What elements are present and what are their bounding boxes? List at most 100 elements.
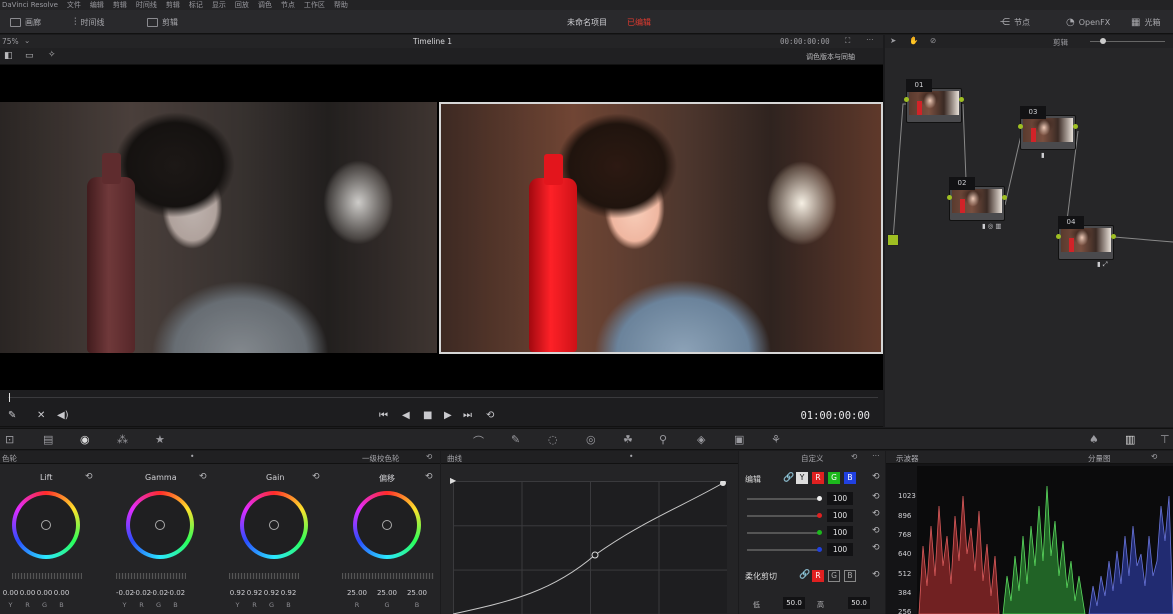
offset-wheel[interactable]: [353, 491, 421, 559]
slider-handle[interactable]: [817, 513, 822, 518]
wheel-center[interactable]: [382, 520, 392, 530]
split-view-icon[interactable]: ◧: [4, 51, 13, 61]
scope-mode-select[interactable]: 分量图: [1088, 453, 1111, 464]
rgb-mixer-icon[interactable]: ⁂: [117, 433, 128, 446]
reset-icon[interactable]: ⟲: [851, 452, 857, 461]
menu-nodes[interactable]: 节点: [281, 0, 295, 10]
keyframes-icon[interactable]: ⊤: [1160, 433, 1170, 446]
menu-color[interactable]: 调色: [258, 0, 272, 10]
curves-icon[interactable]: ⌒: [473, 433, 484, 449]
r-slider[interactable]: [747, 513, 822, 518]
menu-mark[interactable]: 标记: [189, 0, 203, 10]
offset-g[interactable]: 25.00: [372, 589, 402, 597]
gamma-master-wheel[interactable]: [116, 573, 186, 579]
node-01[interactable]: 01: [904, 79, 964, 123]
menu-edit[interactable]: 编辑: [90, 0, 104, 10]
slider-handle[interactable]: [817, 496, 822, 501]
source-input[interactable]: [887, 234, 899, 246]
curve-start-point[interactable]: ▶: [450, 476, 456, 485]
softclip-g-button[interactable]: G: [828, 570, 840, 582]
lift-wheel[interactable]: [12, 491, 80, 559]
camera-raw-icon[interactable]: ⊡: [5, 433, 14, 446]
y-intensity[interactable]: 100: [827, 492, 853, 505]
node-output[interactable]: [1002, 195, 1007, 200]
node-input[interactable]: [947, 195, 952, 200]
gamma-r[interactable]: -0.02: [133, 589, 151, 597]
channel-y-button[interactable]: Y: [796, 472, 808, 484]
node-input[interactable]: [1056, 234, 1061, 239]
softclip-r-button[interactable]: R: [812, 570, 824, 582]
lift-b[interactable]: 0.00: [53, 589, 70, 597]
reset-icon[interactable]: ⟲: [872, 526, 880, 536]
offset-b[interactable]: 25.00: [402, 589, 432, 597]
reset-icon[interactable]: ⟲: [425, 472, 433, 482]
gamma-g[interactable]: -0.02: [150, 589, 168, 597]
color-info-icon[interactable]: ♠: [1089, 433, 1099, 446]
timeline-button[interactable]: ⫶ 时间线: [74, 15, 105, 29]
node-editor[interactable]: ➤ ✋ ⊘ 剪辑 01 03 ▮ 02 ▮ ◎ ▥ 04 ▮ ⤢: [885, 35, 1173, 427]
video-viewer[interactable]: [0, 65, 883, 390]
softclip-b-button[interactable]: B: [844, 570, 856, 582]
gain-r[interactable]: 0.92: [246, 589, 263, 597]
skip-forward-icon[interactable]: ⏭: [463, 410, 472, 421]
wheel-center[interactable]: [41, 520, 51, 530]
volume-icon[interactable]: ◀): [57, 410, 69, 421]
lift-r[interactable]: 0.00: [19, 589, 36, 597]
key-icon[interactable]: ⚲: [659, 433, 667, 446]
blur-icon[interactable]: ☘: [623, 433, 633, 446]
curve-graph[interactable]: [453, 481, 727, 614]
menu-clip[interactable]: 剪辑: [166, 0, 180, 10]
b-slider[interactable]: [747, 547, 822, 552]
wheel-center[interactable]: [269, 520, 279, 530]
window-icon[interactable]: ◌: [548, 433, 558, 446]
reset-icon[interactable]: ⟲: [312, 472, 320, 482]
reset-icon[interactable]: ⟲: [199, 472, 207, 482]
scopes-icon[interactable]: ▥: [1125, 433, 1135, 446]
menu-workspace[interactable]: 工作区: [304, 0, 325, 10]
loop-icon[interactable]: ⟲: [486, 410, 494, 421]
menu-playback[interactable]: 回放: [235, 0, 249, 10]
reset-icon[interactable]: ⟲: [872, 472, 880, 482]
sizing-icon[interactable]: ◈: [697, 433, 705, 446]
magic-wand-icon[interactable]: ✧: [48, 50, 56, 60]
skip-back-icon[interactable]: ⏮: [379, 410, 388, 421]
menu-file[interactable]: 文件: [67, 0, 81, 10]
low-value[interactable]: 50.0: [783, 597, 805, 609]
chevron-down-icon[interactable]: ⌄: [24, 36, 30, 45]
3d-icon[interactable]: ▣: [734, 433, 744, 446]
node-output[interactable]: [959, 97, 964, 102]
timeline-select[interactable]: Timeline 1: [413, 37, 452, 46]
g-slider[interactable]: [747, 530, 822, 535]
more-icon[interactable]: ⋯: [872, 451, 880, 460]
gamma-y[interactable]: -0.02: [116, 589, 134, 597]
scrub-track[interactable]: [8, 397, 878, 398]
lift-master-wheel[interactable]: [12, 573, 82, 579]
reset-icon[interactable]: ⟲: [426, 452, 432, 461]
slider-handle[interactable]: [817, 530, 822, 535]
motion-effects-icon[interactable]: ★: [155, 433, 165, 446]
play-reverse-icon[interactable]: ◀: [402, 410, 410, 421]
curve-mode-select[interactable]: 自定义: [801, 453, 824, 464]
menu-help[interactable]: 帮助: [334, 0, 348, 10]
reset-icon[interactable]: ⟲: [872, 570, 880, 580]
offset-master-wheel[interactable]: [342, 573, 434, 579]
more-icon[interactable]: ⋯: [866, 35, 874, 44]
r-intensity[interactable]: 100: [827, 509, 853, 522]
wheels-mode-select[interactable]: 一级校色轮: [362, 453, 400, 464]
gain-y[interactable]: 0.92: [229, 589, 246, 597]
node-04[interactable]: 04 ▮ ⤢: [1056, 216, 1116, 268]
lift-g[interactable]: 0.00: [36, 589, 53, 597]
playhead[interactable]: [9, 393, 10, 402]
node-input[interactable]: [1018, 124, 1023, 129]
picker-icon[interactable]: ✎: [8, 410, 16, 421]
gain-wheel[interactable]: [240, 491, 308, 559]
menu-app[interactable]: DaVinci Resolve: [2, 1, 58, 9]
reset-icon[interactable]: ⟲: [872, 492, 880, 502]
channel-g-button[interactable]: G: [828, 472, 840, 484]
qualifier-icon[interactable]: ✎: [511, 433, 520, 446]
layout-icon[interactable]: ▭: [25, 51, 34, 61]
gamma-wheel[interactable]: [126, 491, 194, 559]
clips-button[interactable]: 剪辑: [147, 15, 178, 29]
gain-g[interactable]: 0.92: [263, 589, 280, 597]
gain-b[interactable]: 0.92: [280, 589, 297, 597]
